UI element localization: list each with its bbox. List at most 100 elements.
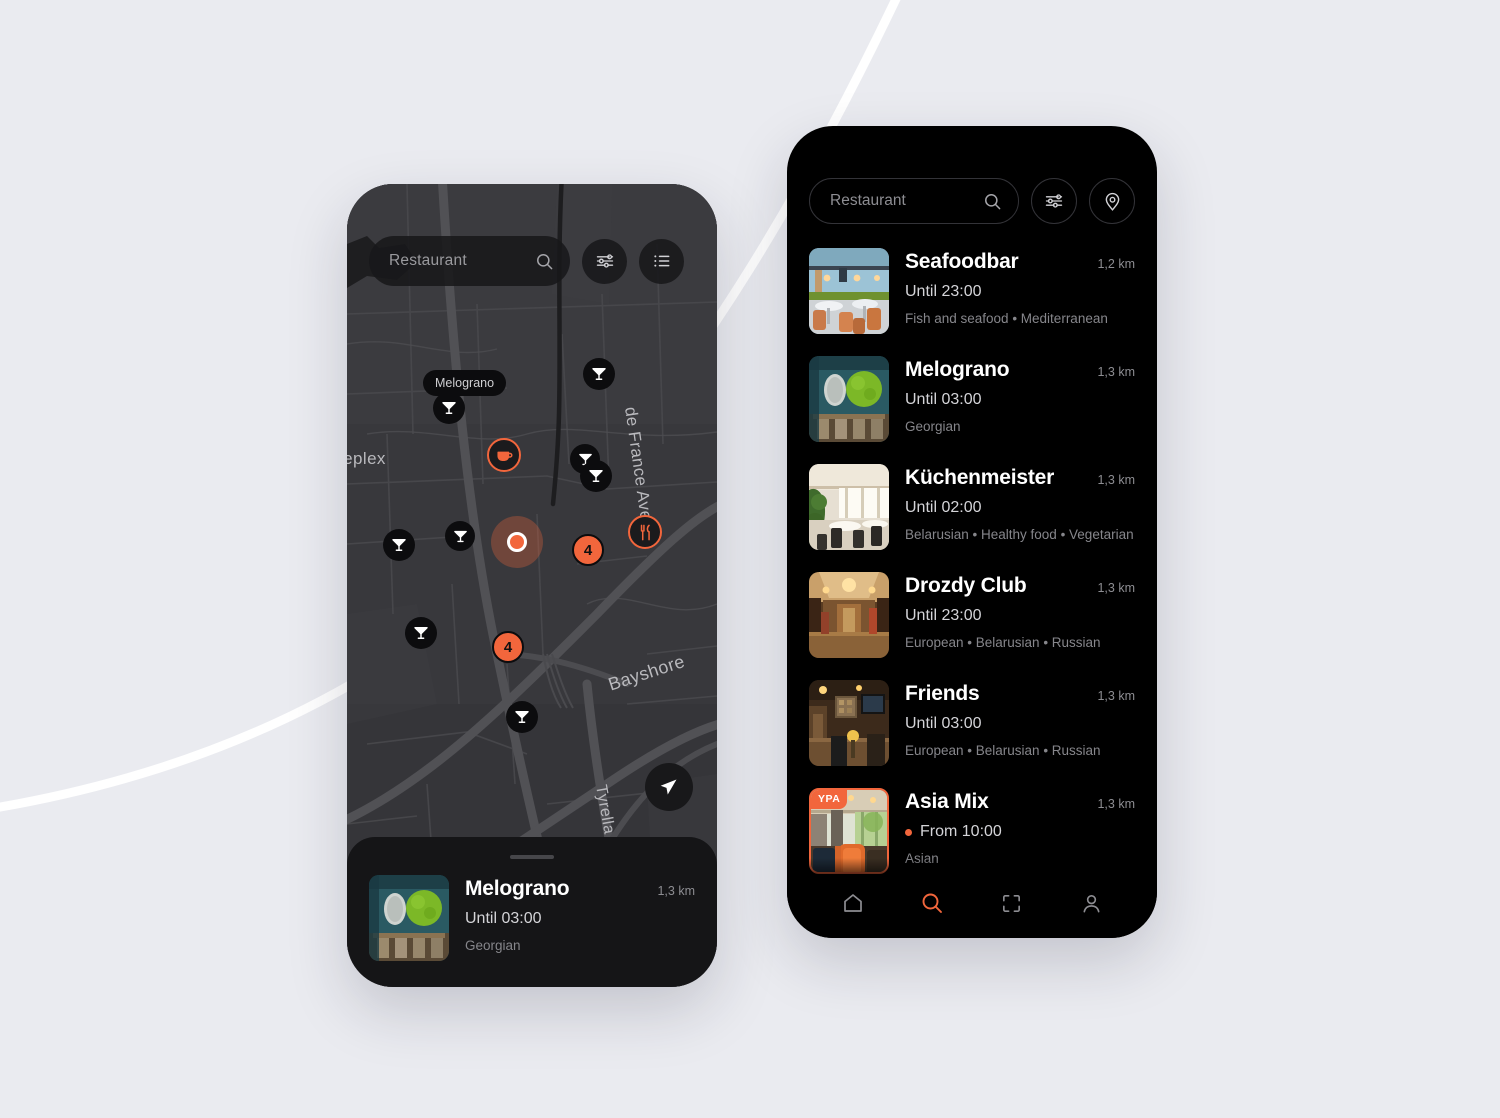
restaurant-thumbnail [809, 248, 889, 334]
list-filters-button[interactable] [1031, 178, 1077, 224]
restaurant-distance: 1,3 km [1097, 581, 1135, 595]
navigate-icon [660, 779, 677, 795]
map-marker-bar-m7[interactable] [383, 529, 415, 561]
restaurant-thumbnail [809, 572, 889, 658]
restaurant-hours-text: Until 03:00 [905, 715, 982, 732]
tab-home[interactable] [813, 891, 893, 915]
restaurant-hours-text: Until 03:00 [905, 391, 982, 408]
cocktail-icon [392, 539, 406, 551]
map-list-toggle-button[interactable] [639, 238, 684, 284]
cocktail-icon [589, 470, 603, 482]
search-icon [985, 193, 1001, 209]
list-top-bar: Restaurant [787, 126, 1157, 224]
cocktail-icon [442, 402, 456, 414]
selected-card-thumbnail [369, 875, 449, 961]
restaurant-distance: 1,3 km [1097, 797, 1135, 811]
search-icon [537, 253, 553, 269]
map-marker-bar-m5[interactable] [580, 460, 612, 492]
map-marker-bar-m6[interactable] [445, 521, 475, 551]
scan-icon [1003, 894, 1021, 912]
restaurant-hours-text: Until 23:00 [905, 607, 982, 624]
filters-icon [596, 254, 613, 268]
restaurant-distance: 1,3 km [1097, 473, 1135, 487]
cocktail-icon [592, 368, 606, 380]
phone-map-screen: leplexde France AveBayshoreTyrella Ave 4… [347, 184, 717, 987]
restaurant-tags: European • Belarusian • Russian [905, 743, 1101, 758]
map-marker-bar-m9[interactable] [405, 617, 437, 649]
restaurant-tags: European • Belarusian • Russian [905, 635, 1101, 650]
restaurant-list-item[interactable]: Seafoodbar 1,2 km Until 23:00 Fish and s… [809, 248, 1135, 334]
restaurant-tags: Asian [905, 851, 939, 866]
melograno-interior-thumb [809, 356, 889, 442]
restaurant-tags: Fish and seafood • Mediterranean [905, 311, 1108, 326]
coffee-icon [496, 451, 512, 461]
bottom-tab-bar [787, 876, 1157, 938]
restaurant-list-item[interactable]: Drozdy Club 1,3 km Until 23:00 European … [809, 572, 1135, 658]
map-tooltip-melograno[interactable]: Melograno [423, 370, 507, 396]
phone-list-screen: Restaurant Seafoodbar 1,2 km Until 23:00… [787, 126, 1157, 938]
list-map-button[interactable] [1089, 178, 1135, 224]
cocktail-icon [414, 627, 428, 639]
map-marker-bar-m10[interactable] [506, 701, 538, 733]
tab-profile[interactable] [1052, 892, 1132, 915]
tab-search[interactable] [893, 891, 973, 915]
map-marker-bar-m2[interactable] [433, 392, 465, 424]
list-search-input[interactable]: Restaurant [809, 178, 1019, 224]
map-cluster-c1[interactable]: 4 [572, 534, 604, 566]
restaurant-name: Friends [905, 682, 980, 705]
restaurant-thumbnail: YPA [809, 788, 889, 874]
cluster-count: 4 [503, 638, 513, 656]
selected-card-tags: Georgian [465, 938, 521, 953]
restaurant-list-item[interactable]: Küchenmeister 1,3 km Until 02:00 Belarus… [809, 464, 1135, 550]
map-search-input[interactable]: Restaurant [369, 236, 570, 286]
restaurant-hours: Until 02:00 [905, 499, 1135, 517]
restaurant-tags: Belarusian • Healthy food • Vegetarian [905, 527, 1134, 542]
tab-scan[interactable] [972, 892, 1052, 915]
kuchenmeister-interior-thumb [809, 464, 889, 550]
map-selected-restaurant-card[interactable]: Melograno 1,3 km Until 03:00 Georgian [347, 837, 717, 987]
restaurant-list-item[interactable]: Melograno 1,3 km Until 03:00 Georgian [809, 356, 1135, 442]
cutlery-icon [640, 524, 650, 540]
filters-icon [1045, 194, 1063, 208]
restaurant-hours-text: From 10:00 [920, 823, 1002, 840]
friends-interior-thumb [809, 680, 889, 766]
restaurant-distance: 1,3 km [1097, 365, 1135, 379]
map-cluster-c2[interactable]: 4 [492, 631, 524, 663]
restaurant-thumbnail [809, 464, 889, 550]
seafoodbar-interior-thumb [809, 248, 889, 334]
cluster-count: 4 [583, 541, 593, 559]
home-icon [843, 894, 862, 912]
map-marker-cafe-m3[interactable] [487, 438, 521, 472]
restaurant-name: Seafoodbar [905, 250, 1019, 273]
map-locate-button[interactable] [645, 763, 693, 811]
restaurant-list-item[interactable]: YPA Asia Mix 1,3 km From 10:00 Asian [809, 788, 1135, 874]
user-location-dot [491, 516, 543, 568]
restaurant-name: Küchenmeister [905, 466, 1055, 489]
selected-card-hours: Until 03:00 [465, 910, 542, 927]
map-marker-restaurant-m8[interactable] [628, 515, 662, 549]
restaurant-list-item[interactable]: Friends 1,3 km Until 03:00 European • Be… [809, 680, 1135, 766]
background-decoration [0, 0, 901, 812]
restaurant-hours: Until 23:00 [905, 283, 1135, 301]
map-top-bar: Restaurant [369, 236, 684, 286]
restaurant-hours-text: Until 02:00 [905, 499, 982, 516]
map-marker-bar-m1[interactable] [583, 358, 615, 390]
sheet-drag-handle[interactable] [510, 855, 554, 859]
list-icon [653, 255, 669, 267]
map-filters-button[interactable] [582, 238, 627, 284]
restaurant-tags: Georgian [905, 419, 961, 434]
restaurant-name: Melograno [905, 358, 1010, 381]
restaurant-hours: From 10:00 [905, 823, 1135, 841]
map-search-placeholder: Restaurant [389, 252, 467, 269]
restaurant-thumbnail [809, 680, 889, 766]
restaurant-hours: Until 23:00 [905, 607, 1135, 625]
restaurant-hours: Until 03:00 [905, 391, 1135, 409]
restaurant-name: Drozdy Club [905, 574, 1027, 597]
profile-icon [1083, 894, 1100, 912]
selected-card-name: Melograno [465, 877, 570, 900]
restaurant-thumbnail [809, 356, 889, 442]
restaurant-distance: 1,3 km [1097, 689, 1135, 703]
search-icon [922, 893, 943, 913]
melograno-interior-thumb [369, 875, 449, 961]
restaurant-list[interactable]: Seafoodbar 1,2 km Until 23:00 Fish and s… [787, 224, 1157, 874]
